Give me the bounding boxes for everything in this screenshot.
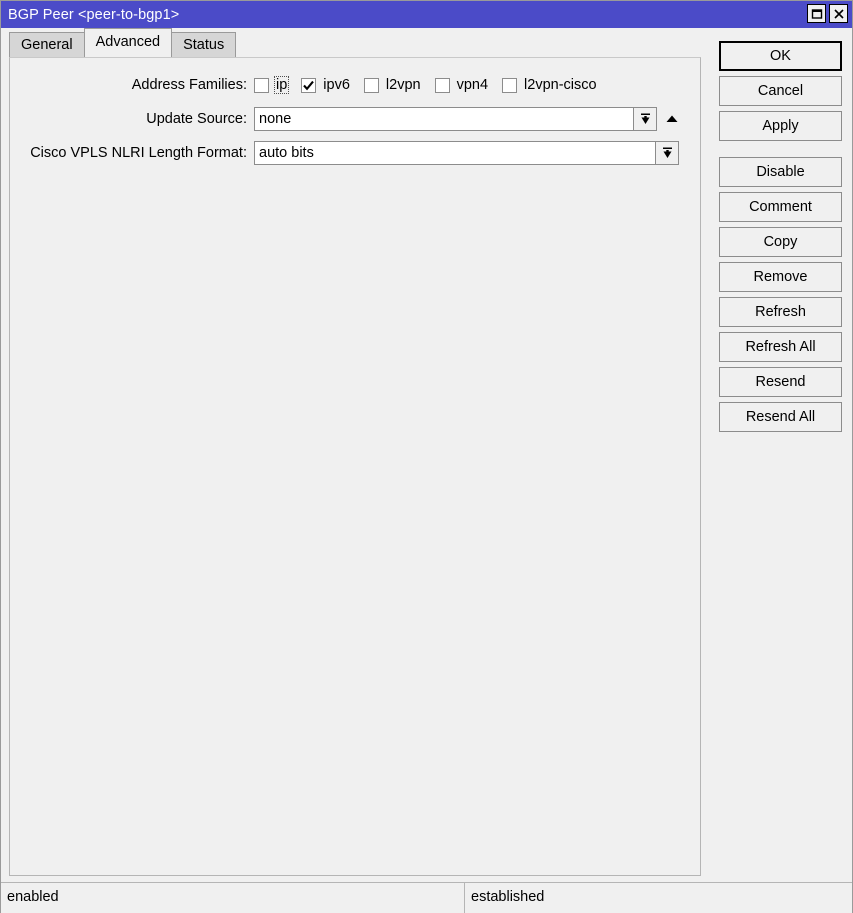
status-established: established	[465, 883, 852, 913]
cisco-vpls-nlri-row: Cisco VPLS NLRI Length Format:	[10, 141, 700, 165]
copy-button[interactable]: Copy	[719, 227, 842, 257]
tab-strip: General Advanced Status	[1, 28, 707, 57]
checkbox-ipv6-label: ipv6	[323, 77, 350, 93]
checkbox-l2vpn-box[interactable]	[363, 77, 379, 93]
address-families-row: Address Families: ip ipv6 l2vpn vpn4 l2v…	[10, 73, 700, 97]
window-title: BGP Peer <peer-to-bgp1>	[8, 6, 180, 23]
resend-all-button[interactable]: Resend All	[719, 402, 842, 432]
tab-general[interactable]: General	[9, 32, 85, 57]
window-controls	[807, 4, 848, 23]
checkbox-ipv6-box[interactable]	[301, 77, 317, 93]
close-icon	[833, 8, 845, 20]
cancel-button[interactable]: Cancel	[719, 76, 842, 106]
checkbox-vpn4[interactable]: vpn4	[434, 76, 490, 94]
refresh-button[interactable]: Refresh	[719, 297, 842, 327]
cisco-vpls-nlri-dropdown-button[interactable]	[656, 141, 679, 165]
update-source-dropdown-button[interactable]	[634, 107, 657, 131]
remove-button[interactable]: Remove	[719, 262, 842, 292]
address-families-label: Address Families:	[131, 77, 247, 93]
status-enabled: enabled	[1, 883, 465, 913]
refresh-all-button[interactable]: Refresh All	[719, 332, 842, 362]
tab-status[interactable]: Status	[171, 32, 237, 57]
update-source-input[interactable]	[254, 107, 634, 131]
dialog-body: General Advanced Status Address Families…	[1, 28, 852, 882]
apply-button[interactable]: Apply	[719, 111, 842, 141]
checkbox-ipv6[interactable]: ipv6	[301, 76, 352, 94]
advanced-tab-panel: Address Families: ip ipv6 l2vpn vpn4 l2v…	[9, 57, 701, 876]
dropdown-arrow-icon	[638, 111, 653, 127]
resend-button[interactable]: Resend	[719, 367, 842, 397]
checkbox-l2vpn-cisco-label: l2vpn-cisco	[524, 77, 597, 93]
checkbox-l2vpn-cisco[interactable]: l2vpn-cisco	[502, 76, 599, 94]
cisco-vpls-nlri-field	[254, 141, 679, 165]
comment-button[interactable]: Comment	[719, 192, 842, 222]
checkbox-l2vpn[interactable]: l2vpn	[363, 76, 423, 94]
checkbox-ip[interactable]: ip	[254, 76, 290, 94]
address-families-checkbox-group: ip ipv6 l2vpn vpn4 l2vpn-cisco	[254, 76, 611, 94]
update-source-up-button[interactable]	[661, 107, 683, 131]
left-column: General Advanced Status Address Families…	[1, 28, 707, 882]
maximize-button[interactable]	[807, 4, 826, 23]
status-bar: enabled established	[1, 882, 852, 913]
checkbox-l2vpn-label: l2vpn	[385, 77, 421, 93]
action-button-column: OK Cancel Apply Disable Comment Copy Rem…	[707, 28, 852, 882]
cisco-vpls-nlri-input[interactable]	[254, 141, 656, 165]
up-arrow-icon	[664, 113, 680, 125]
update-source-row: Update Source:	[10, 107, 700, 131]
dropdown-arrow-icon	[660, 145, 675, 161]
checkbox-ip-box[interactable]	[254, 77, 269, 93]
checkbox-vpn4-label: vpn4	[456, 77, 489, 93]
update-source-label: Update Source:	[146, 111, 247, 127]
tab-advanced[interactable]: Advanced	[83, 28, 173, 57]
checkbox-ip-label: ip	[274, 76, 290, 94]
checkmark-icon	[302, 79, 315, 92]
maximize-icon	[811, 8, 823, 20]
bgp-peer-dialog: BGP Peer <peer-to-bgp1> General Advanced…	[0, 0, 853, 913]
ok-button[interactable]: OK	[719, 41, 842, 71]
close-button[interactable]	[829, 4, 848, 23]
title-bar: BGP Peer <peer-to-bgp1>	[1, 1, 852, 28]
disable-button[interactable]: Disable	[719, 157, 842, 187]
update-source-field	[254, 107, 683, 131]
cisco-vpls-nlri-label: Cisco VPLS NLRI Length Format:	[30, 145, 247, 161]
checkbox-vpn4-box[interactable]	[434, 77, 450, 93]
checkbox-l2vpn-cisco-box[interactable]	[502, 77, 518, 93]
